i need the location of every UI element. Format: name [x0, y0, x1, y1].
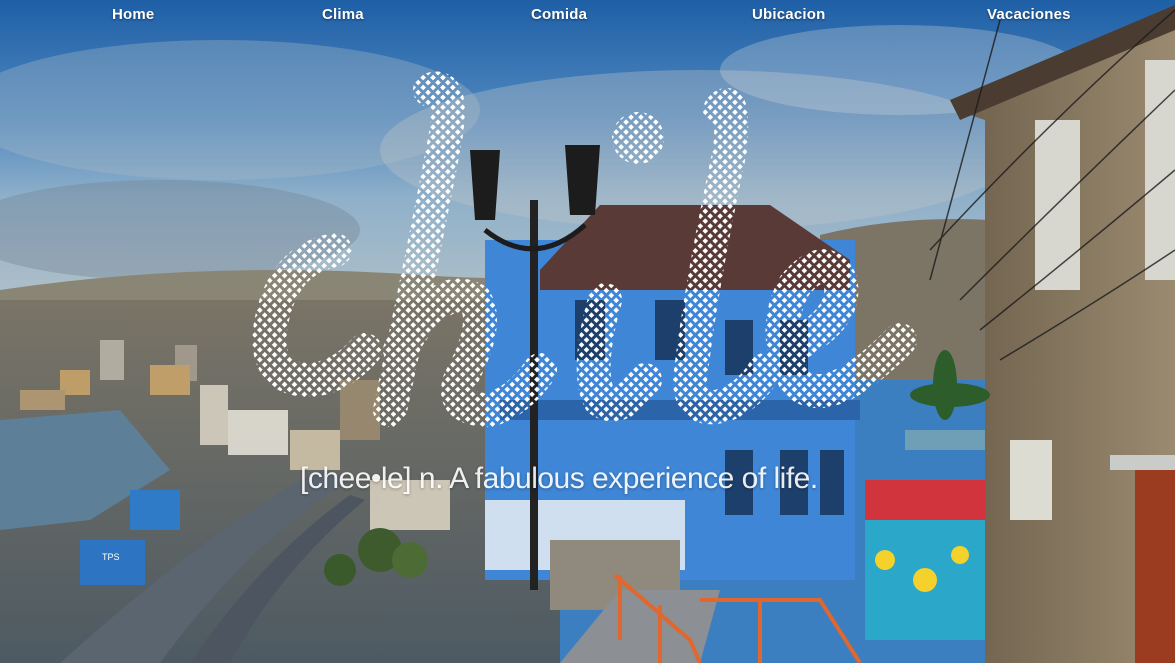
nav-ubicacion[interactable]: Ubicacion	[752, 6, 825, 23]
nav-home[interactable]: Home	[112, 6, 154, 23]
nav-clima[interactable]: Clima	[322, 6, 364, 23]
top-nav: Home Clima Comida Ubicacion Vacaciones	[0, 0, 1175, 32]
hero-title: chile	[252, 71, 917, 427]
nav-vacaciones[interactable]: Vacaciones	[987, 6, 1071, 23]
hero-tagline: [chee•le] n. A fabulous experience of li…	[300, 462, 818, 495]
tps-sign: TPS	[102, 552, 120, 562]
nav-comida[interactable]: Comida	[531, 6, 587, 23]
